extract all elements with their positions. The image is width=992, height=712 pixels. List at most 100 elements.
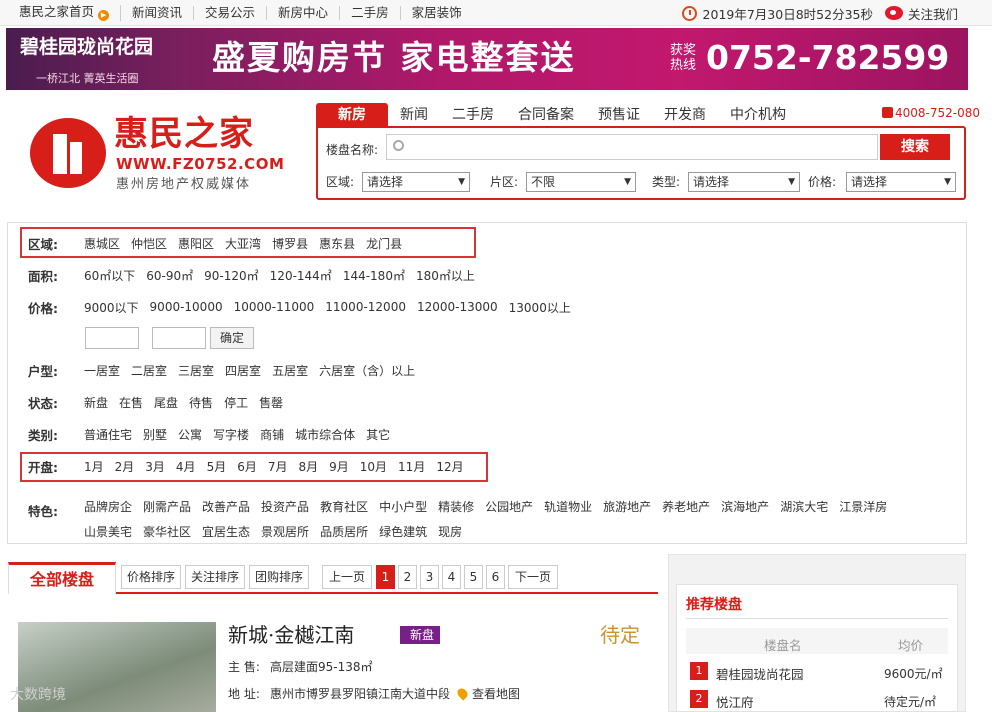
- filter-option[interactable]: 湖滨大宅: [780, 498, 828, 515]
- page-5[interactable]: 5: [464, 565, 483, 589]
- nav-second-hand[interactable]: 二手房: [340, 6, 401, 20]
- filter-option[interactable]: 江景洋房: [839, 498, 887, 515]
- filter-option[interactable]: 新盘: [84, 394, 108, 411]
- tab-contract[interactable]: 合同备案: [506, 103, 586, 127]
- filter-option[interactable]: 在售: [119, 394, 143, 411]
- tab-new-homes[interactable]: 新房: [316, 103, 388, 127]
- filter-option[interactable]: 教育社区: [320, 498, 368, 515]
- nav-home[interactable]: 惠民之家首页 ▶: [8, 5, 122, 21]
- price-max-input[interactable]: [152, 327, 206, 349]
- filter-option[interactable]: 其它: [366, 426, 390, 443]
- filter-option[interactable]: 120-144㎡: [270, 267, 332, 284]
- prev-page-button[interactable]: 上一页: [322, 565, 372, 589]
- filter-option[interactable]: 60㎡以下: [84, 267, 135, 284]
- filter-option[interactable]: 公寓: [178, 426, 202, 443]
- search-button[interactable]: 搜索: [880, 134, 950, 160]
- search-input[interactable]: [386, 134, 878, 160]
- page-3[interactable]: 3: [420, 565, 439, 589]
- filter-option[interactable]: 普通住宅: [84, 426, 132, 443]
- follow-link[interactable]: 关注我们: [908, 4, 958, 23]
- filter-option[interactable]: 景观居所: [261, 523, 309, 540]
- chevron-down-icon: ▼: [788, 177, 795, 187]
- search-icon: [393, 140, 404, 151]
- filter-option[interactable]: 商铺: [260, 426, 284, 443]
- price-min-input[interactable]: [85, 327, 139, 349]
- tab-agency[interactable]: 中介机构: [718, 103, 798, 127]
- filter-option[interactable]: 尾盘: [154, 394, 178, 411]
- clock-icon: [681, 5, 697, 21]
- tab-presale[interactable]: 预售证: [586, 103, 652, 127]
- listing-title[interactable]: 新城·金樾江南: [228, 622, 354, 648]
- filter-option[interactable]: 11000-12000: [325, 300, 406, 314]
- page-2[interactable]: 2: [398, 565, 417, 589]
- nav-decoration[interactable]: 家居装饰: [401, 6, 473, 20]
- nav-new-homes[interactable]: 新房中心: [267, 6, 341, 20]
- filter-option[interactable]: 五居室: [272, 362, 308, 379]
- filter-option[interactable]: 12000-13000: [417, 300, 498, 314]
- filter-option[interactable]: 滨海地产: [721, 498, 769, 515]
- sort-price-button[interactable]: 价格排序: [121, 565, 182, 589]
- filter-option[interactable]: 13000以上: [509, 299, 571, 316]
- filter-option[interactable]: 六居室（含）以上: [319, 362, 415, 379]
- filter-option[interactable]: 90-120㎡: [204, 267, 259, 284]
- filter-option[interactable]: 9000-10000: [150, 300, 223, 314]
- filter-option[interactable]: 公园地产: [485, 498, 533, 515]
- filter-option[interactable]: 品牌房企: [84, 498, 132, 515]
- page-4[interactable]: 4: [442, 565, 461, 589]
- price-confirm-button[interactable]: 确定: [210, 327, 254, 349]
- sort-attention-button[interactable]: 关注排序: [185, 565, 246, 589]
- recommend-item-name[interactable]: 悦江府: [716, 692, 754, 711]
- banner-ad[interactable]: 碧桂园珑尚花园 一桥江北 菁英生活圈 盛夏购房节 家电整套送 获奖热线 0752…: [6, 28, 968, 90]
- price-select[interactable]: 请选择 ▼: [846, 172, 956, 192]
- next-page-button[interactable]: 下一页: [508, 565, 558, 589]
- filter-option[interactable]: 中小户型: [379, 498, 427, 515]
- filter-option[interactable]: 9000以下: [84, 299, 139, 316]
- filter-option[interactable]: 绿色建筑: [379, 523, 427, 540]
- filter-option[interactable]: 三居室: [178, 362, 214, 379]
- page-1[interactable]: 1: [376, 565, 395, 589]
- filter-option[interactable]: 品质居所: [320, 523, 368, 540]
- tab-developer[interactable]: 开发商: [652, 103, 718, 127]
- filter-option[interactable]: 10000-11000: [234, 300, 315, 314]
- filter-option[interactable]: 一居室: [84, 362, 120, 379]
- filter-option[interactable]: 城市综合体: [295, 426, 355, 443]
- filter-option[interactable]: 60-90㎡: [146, 267, 193, 284]
- view-map-link[interactable]: 查看地图: [472, 687, 520, 701]
- district-select[interactable]: 请选择 ▼: [362, 172, 470, 192]
- page-6[interactable]: 6: [486, 565, 505, 589]
- filter-option[interactable]: 停工: [224, 394, 248, 411]
- zone-select[interactable]: 不限 ▼: [526, 172, 636, 192]
- site-name[interactable]: 惠民之家: [114, 114, 254, 154]
- filter-option[interactable]: 投资产品: [261, 498, 309, 515]
- tab-second-hand[interactable]: 二手房: [440, 103, 506, 127]
- nav-news[interactable]: 新闻资讯: [121, 6, 195, 20]
- filter-option[interactable]: 宜居生态: [202, 523, 250, 540]
- filter-option[interactable]: 二居室: [131, 362, 167, 379]
- filter-option[interactable]: 写字楼: [213, 426, 249, 443]
- filter-option[interactable]: 养老地产: [662, 498, 710, 515]
- recommend-item-name[interactable]: 碧桂园珑尚花园: [716, 664, 804, 683]
- filter-option[interactable]: 精装修: [438, 498, 474, 515]
- filter-option[interactable]: 别墅: [143, 426, 167, 443]
- filter-option[interactable]: 现房: [438, 523, 462, 540]
- tab-news[interactable]: 新闻: [388, 103, 440, 127]
- filter-option[interactable]: 旅游地产: [603, 498, 651, 515]
- filter-option[interactable]: 改善产品: [202, 498, 250, 515]
- filter-option[interactable]: 四居室: [225, 362, 261, 379]
- sort-group-button[interactable]: 团购排序: [249, 565, 310, 589]
- search-name-label: 楼盘名称:: [326, 143, 379, 157]
- filter-row-size: 面积: 60㎡以下 60-90㎡ 90-120㎡ 120-144㎡ 144-18…: [28, 265, 486, 285]
- filter-option[interactable]: 180㎡以上: [416, 267, 475, 284]
- filter-option[interactable]: 售罄: [259, 394, 283, 411]
- filter-option[interactable]: 刚需产品: [143, 498, 191, 515]
- site-logo-icon[interactable]: [30, 118, 106, 188]
- filter-option[interactable]: 山景美宅: [84, 523, 132, 540]
- nav-transactions[interactable]: 交易公示: [194, 6, 268, 20]
- filter-option[interactable]: 豪华社区: [143, 523, 191, 540]
- tab-all-listings[interactable]: 全部楼盘: [8, 562, 116, 594]
- filter-option[interactable]: 144-180㎡: [343, 267, 405, 284]
- filter-option[interactable]: 轨道物业: [544, 498, 592, 515]
- filter-option[interactable]: 待售: [189, 394, 213, 411]
- type-select[interactable]: 请选择 ▼: [688, 172, 800, 192]
- weibo-icon[interactable]: [884, 6, 903, 20]
